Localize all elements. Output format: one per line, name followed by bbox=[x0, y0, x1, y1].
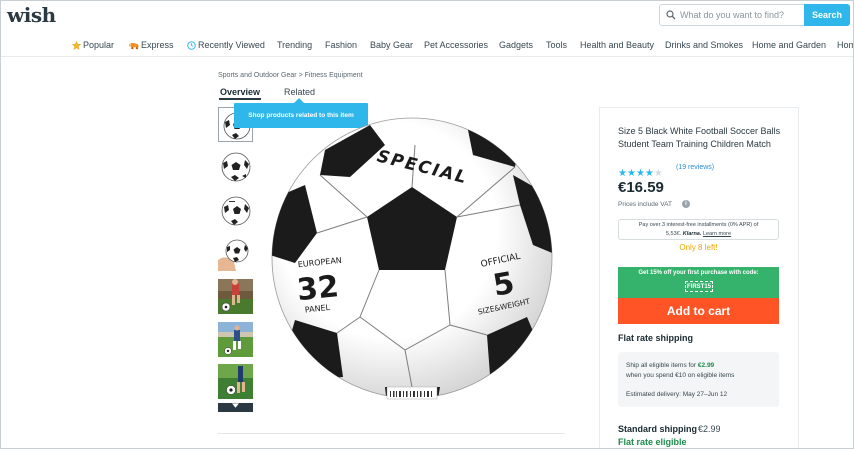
product-price: €16.59 bbox=[618, 179, 664, 196]
breadcrumb-subcategory[interactable]: Fitness Equipment bbox=[305, 72, 363, 79]
info-icon[interactable]: i bbox=[682, 200, 690, 208]
thumbnail-2[interactable] bbox=[218, 150, 253, 185]
klarna-logo: Klarna. bbox=[682, 231, 702, 237]
star-icon: ★ bbox=[644, 168, 654, 179]
search-icon bbox=[666, 10, 676, 20]
breadcrumb: Sports and Outdoor Gear > Fitness Equipm… bbox=[218, 72, 363, 79]
chevron-down-icon bbox=[232, 403, 239, 408]
thumbnail-3[interactable] bbox=[218, 193, 253, 228]
tab-related[interactable]: Related bbox=[284, 87, 315, 97]
klarna-line-2: 5,53€. Klarna. Learn more bbox=[619, 231, 778, 237]
search-bar: Search bbox=[659, 4, 850, 26]
nav-label: Recently Viewed bbox=[198, 40, 265, 50]
soccer-ball-image: SPECIAL EUROPEAN 32 PANEL OFFICIAL 5 SIZ… bbox=[271, 117, 553, 400]
nav-label: Express bbox=[141, 40, 174, 50]
estimated-delivery: Estimated delivery: May 27–Jun 12 bbox=[626, 391, 728, 398]
page-frame: wish Search Popular Express bbox=[0, 0, 854, 449]
standard-shipping-label: Standard shipping bbox=[618, 424, 698, 434]
thumbnail-5[interactable] bbox=[218, 279, 253, 314]
promo-text: Get 15% off your first purchase with cod… bbox=[638, 270, 759, 276]
rating-stars[interactable]: ★★★★★ bbox=[618, 163, 663, 179]
thumbnail-4[interactable] bbox=[218, 236, 253, 271]
product-title: Size 5 Black White Football Soccer Balls… bbox=[618, 126, 781, 149]
express-truck-icon bbox=[129, 39, 139, 55]
nav-item-popular[interactable]: Popular bbox=[71, 37, 115, 55]
klarna-line-1: Pay over 3 interest-free installments (0… bbox=[638, 222, 759, 228]
standard-shipping-price: €2.99 bbox=[698, 424, 721, 434]
nav-item-express[interactable]: Express bbox=[129, 37, 174, 55]
star-icon bbox=[71, 39, 82, 55]
barcode-graphic bbox=[386, 386, 438, 400]
vat-note: Prices include VAT bbox=[618, 201, 672, 208]
klarna-learn-more-link[interactable]: Learn more bbox=[703, 231, 731, 237]
shipping-line-2: when you spend €10 on eligible items bbox=[626, 372, 735, 379]
flat-rate-eligible: Flat rate eligible bbox=[618, 437, 687, 447]
tab-overview[interactable]: Overview bbox=[220, 87, 260, 97]
wish-logo[interactable]: wish bbox=[7, 3, 56, 27]
klarna-installments-box: Pay over 3 interest-free installments (0… bbox=[618, 219, 779, 240]
thumbnail-scroll-down-button[interactable] bbox=[218, 403, 253, 412]
nav-item-fashion[interactable]: Fashion bbox=[325, 37, 357, 53]
category-nav: Popular Express Recently Viewed Trending… bbox=[1, 37, 853, 55]
thumbnail-6[interactable] bbox=[218, 322, 253, 357]
star-icon: ★ bbox=[635, 168, 645, 179]
nav-item-tools[interactable]: Tools bbox=[546, 37, 567, 53]
flat-rate-shipping-box: Ship all eligible items for €2.99 when y… bbox=[618, 352, 779, 407]
shipping-flat-price: €2.99 bbox=[697, 362, 715, 369]
nav-item-home[interactable]: Hom bbox=[837, 37, 853, 53]
shipping-line-1: Ship all eligible items for €2.99 bbox=[626, 362, 714, 369]
site-header: wish Search Popular Express bbox=[1, 1, 853, 57]
star-icon: ★ bbox=[626, 168, 636, 179]
nav-item-baby-gear[interactable]: Baby Gear bbox=[370, 37, 413, 53]
klarna-amount: 5,53€. bbox=[665, 231, 682, 237]
content-divider bbox=[218, 433, 565, 434]
shipping-line-1-text: Ship all eligible items for bbox=[626, 362, 698, 369]
nav-item-health-beauty[interactable]: Health and Beauty bbox=[580, 37, 654, 53]
star-empty-icon: ★ bbox=[653, 168, 663, 179]
promo-code[interactable]: FIRST15 bbox=[685, 281, 713, 292]
nav-item-drinks-smokes[interactable]: Drinks and Smokes bbox=[665, 37, 743, 53]
breadcrumb-category[interactable]: Sports and Outdoor Gear bbox=[218, 72, 297, 79]
main-product-image[interactable]: SPECIAL EUROPEAN 32 PANEL OFFICIAL 5 SIZ… bbox=[265, 105, 559, 405]
nav-item-gadgets[interactable]: Gadgets bbox=[499, 37, 533, 53]
breadcrumb-separator: > bbox=[298, 72, 303, 79]
thumbnail-7[interactable] bbox=[218, 364, 253, 399]
reviews-link[interactable]: (19 reviews) bbox=[676, 164, 714, 171]
search-input[interactable] bbox=[680, 6, 802, 24]
shipping-title: Flat rate shipping bbox=[618, 333, 694, 343]
star-icon: ★ bbox=[618, 168, 627, 179]
stock-remaining: Only 8 left! bbox=[679, 243, 718, 252]
search-button[interactable]: Search bbox=[804, 4, 850, 26]
ball-print-32: 32 bbox=[295, 269, 340, 308]
nav-label: Popular bbox=[83, 40, 115, 50]
nav-item-home-garden[interactable]: Home and Garden bbox=[752, 37, 826, 53]
nav-item-pet-accessories[interactable]: Pet Accessories bbox=[424, 37, 488, 53]
tab-underline bbox=[219, 98, 261, 100]
nav-item-trending[interactable]: Trending bbox=[277, 37, 312, 53]
clock-icon bbox=[187, 39, 196, 55]
nav-item-recently-viewed[interactable]: Recently Viewed bbox=[187, 37, 265, 55]
promo-banner: Get 15% off your first purchase with cod… bbox=[618, 267, 779, 298]
add-to-cart-button[interactable]: Add to cart bbox=[618, 298, 779, 324]
